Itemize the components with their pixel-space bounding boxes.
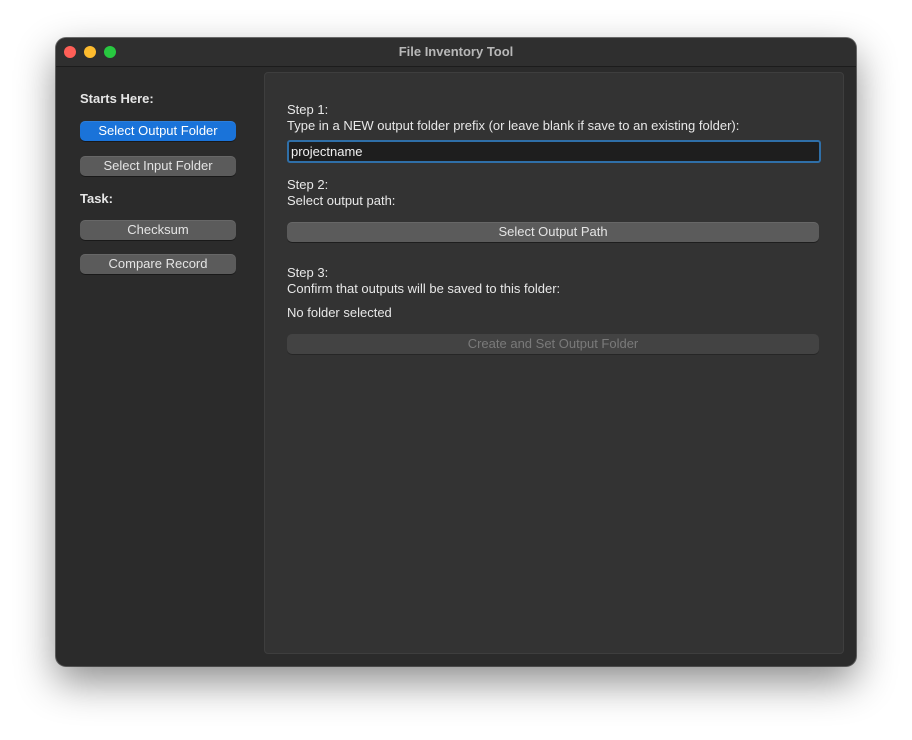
step3-title: Step 3: (287, 265, 329, 280)
title-bar[interactable]: File Inventory Tool (56, 38, 856, 67)
step2-title: Step 2: (287, 177, 329, 192)
checksum-button[interactable]: Checksum (80, 220, 236, 240)
sidebar: Starts Here: Select Output Folder Select… (56, 67, 256, 666)
main-panel: Step 1: Type in a NEW output folder pref… (264, 72, 844, 654)
starts-here-label: Starts Here: (80, 91, 154, 106)
step1-description: Type in a NEW output folder prefix (or l… (287, 118, 740, 133)
select-output-path-button[interactable]: Select Output Path (287, 222, 819, 242)
folder-status-text: No folder selected (287, 305, 392, 320)
app-window: File Inventory Tool Starts Here: Select … (56, 38, 856, 666)
output-prefix-input[interactable]: projectname (287, 140, 821, 163)
task-label: Task: (80, 191, 113, 206)
step2-description: Select output path: (287, 193, 396, 208)
compare-record-button[interactable]: Compare Record (80, 254, 236, 274)
step3-description: Confirm that outputs will be saved to th… (287, 281, 561, 296)
select-input-folder-button[interactable]: Select Input Folder (80, 156, 236, 176)
step1-title: Step 1: (287, 102, 329, 117)
create-set-output-folder-button: Create and Set Output Folder (287, 334, 819, 354)
window-title: File Inventory Tool (398, 44, 514, 59)
select-output-folder-button[interactable]: Select Output Folder (80, 121, 236, 141)
